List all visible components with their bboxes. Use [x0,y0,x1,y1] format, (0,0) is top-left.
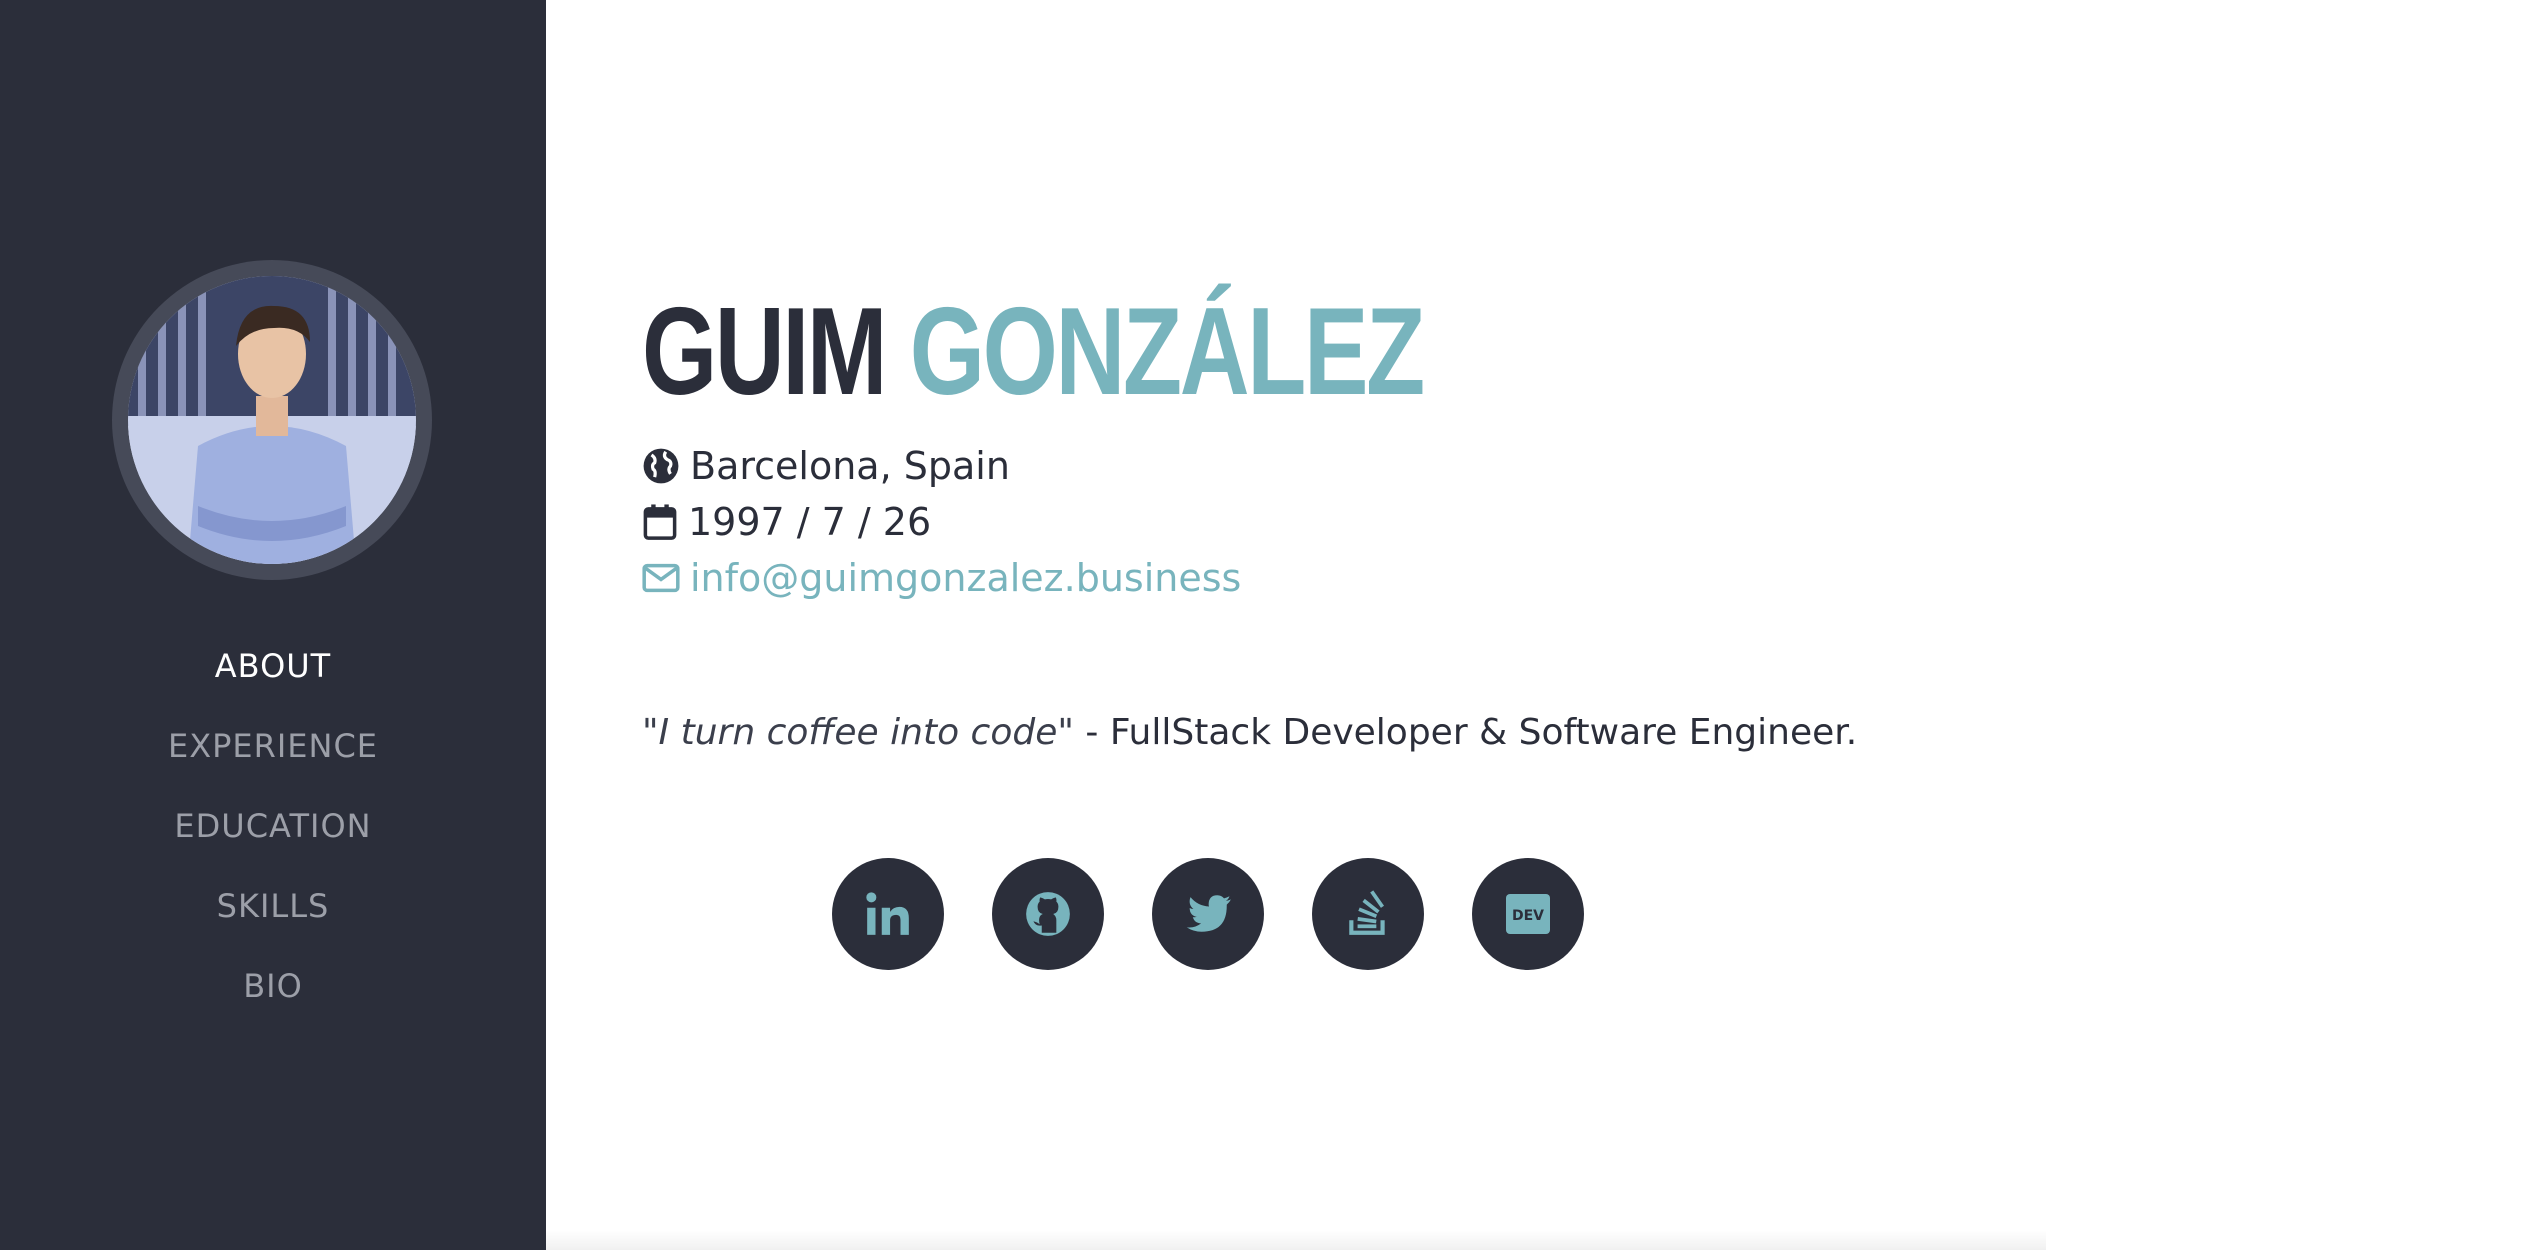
dev-icon: DEV [1506,894,1550,934]
section-divider-shadow [546,1230,2046,1250]
github-button[interactable] [992,858,1104,970]
stackoverflow-button[interactable] [1312,858,1424,970]
twitter-button[interactable] [1152,858,1264,970]
linkedin-icon [866,892,909,935]
twitter-icon [1186,895,1231,932]
tagline-quote: "I turn coffee into code" [642,712,1074,753]
location-row: Barcelona, Spain [642,444,1010,488]
email-link[interactable]: info@guimgonzalez.business [690,556,1241,600]
main-content: GUIM GONZÁLEZ Barcelona, Spain 1997 / 7 … [546,0,2524,1250]
linkedin-button[interactable] [832,858,944,970]
avatar-photo [128,276,416,564]
page-title: GUIM GONZÁLEZ [642,282,1426,422]
sidebar: ABOUT EXPERIENCE EDUCATION SKILLS BIO [0,0,546,1250]
github-icon [1026,892,1070,936]
nav-item-bio[interactable]: BIO [0,946,546,1026]
stackoverflow-icon [1349,890,1385,935]
nav-item-experience[interactable]: EXPERIENCE [0,706,546,786]
globe-icon [642,447,680,485]
sidebar-nav: ABOUT EXPERIENCE EDUCATION SKILLS BIO [0,626,546,1026]
dev-button[interactable]: DEV [1472,858,1584,970]
envelope-icon [642,563,680,593]
email-row: info@guimgonzalez.business [642,556,1241,600]
svg-text:DEV: DEV [1512,908,1544,924]
social-links: DEV [832,858,1584,970]
tagline: "I turn coffee into code" - FullStack De… [642,712,1857,753]
location-text: Barcelona, Spain [690,444,1010,488]
birthdate-row: 1997 / 7 / 26 [642,500,931,544]
calendar-icon [642,503,678,541]
avatar-ring [112,260,432,580]
nav-item-skills[interactable]: SKILLS [0,866,546,946]
nav-item-about[interactable]: ABOUT [0,626,546,706]
avatar [128,276,416,564]
nav-item-education[interactable]: EDUCATION [0,786,546,866]
birthdate-text: 1997 / 7 / 26 [688,500,932,544]
last-name: GONZÁLEZ [909,283,1426,421]
tagline-text: - FullStack Developer & Software Enginee… [1073,712,1858,753]
first-name: GUIM [642,283,888,421]
